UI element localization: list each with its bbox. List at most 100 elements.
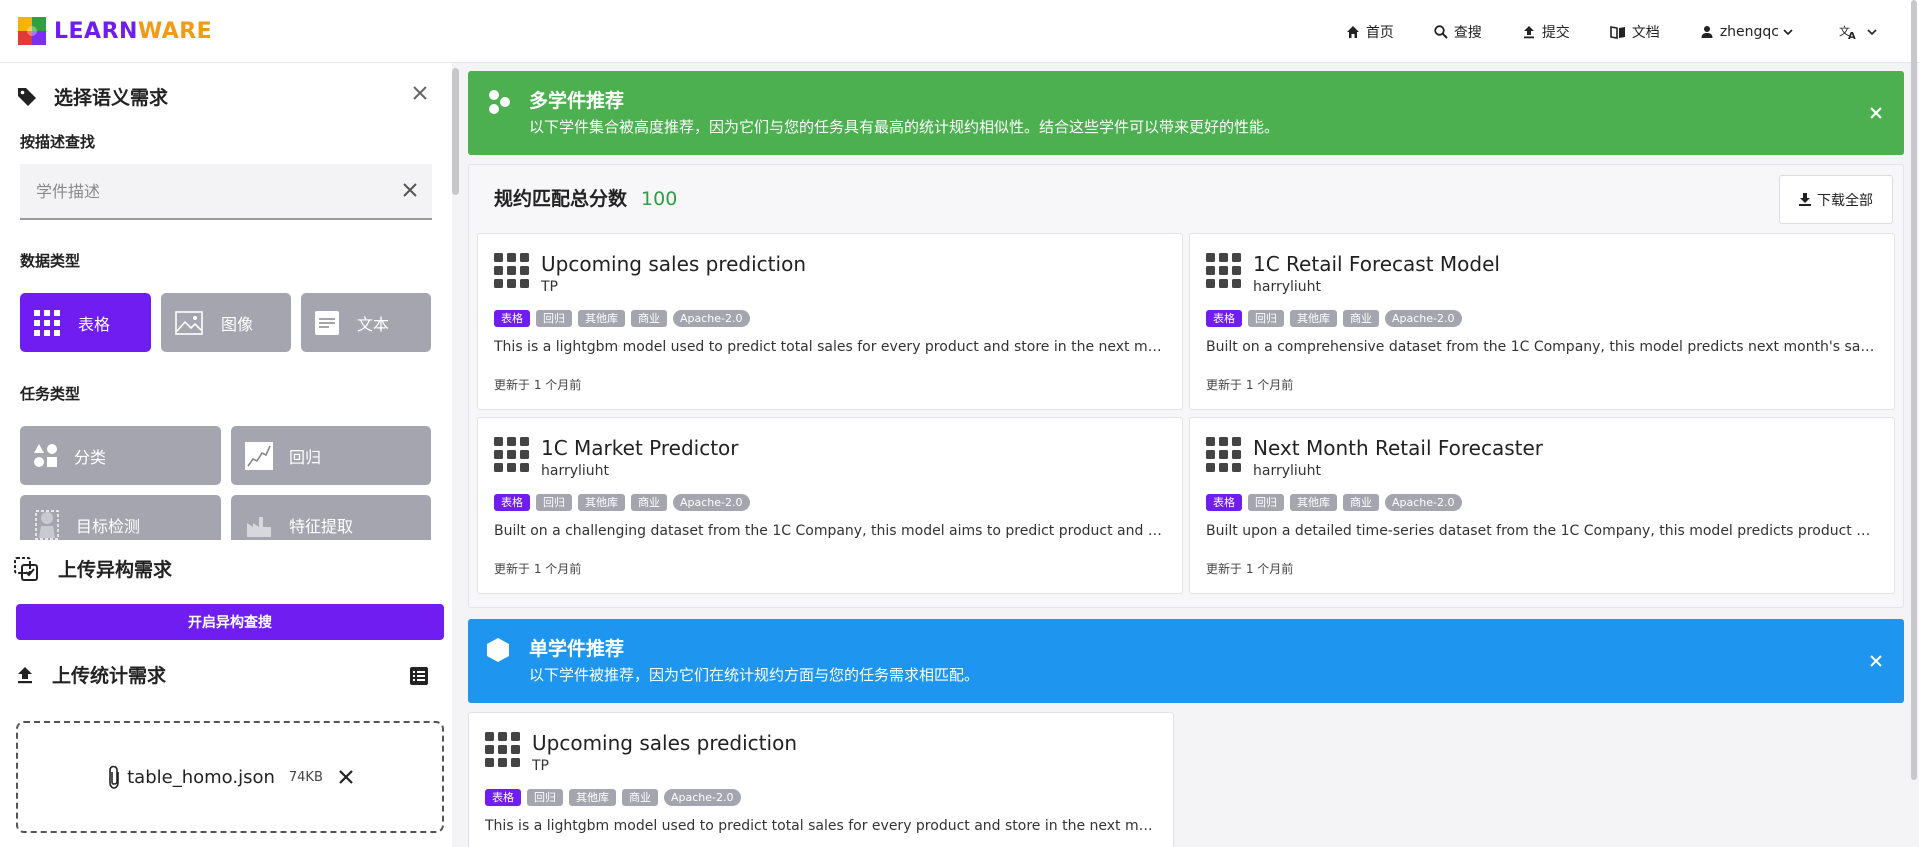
card-title: Upcoming sales prediction — [541, 252, 806, 276]
learnware-card[interactable]: Upcoming sales prediction TP 表格 回归 其他库 商… — [477, 233, 1183, 410]
description-search-field[interactable] — [20, 164, 432, 220]
cluster-icon — [489, 90, 510, 114]
card-updated: 更新于 1 个月前 — [1206, 562, 1294, 576]
single-banner-title: 单学件推荐 — [529, 638, 625, 660]
user-icon — [1701, 25, 1713, 38]
card-title: 1C Market Predictor — [541, 436, 739, 460]
upload-icon — [1523, 25, 1534, 38]
card-updated: 更新于 1 个月前 — [494, 562, 582, 576]
spec-score: 规约匹配总分数 100 — [494, 184, 677, 211]
description-input[interactable] — [20, 181, 380, 201]
nav-home[interactable]: 首页 — [1346, 22, 1394, 42]
tag-data-type: 表格 — [494, 494, 530, 511]
semantic-filter-panel[interactable]: 选择语义需求 按描述查找 数据类型 表格 图像 文本 任务类型 分类 回归 — [0, 63, 452, 540]
tag-task-type: 回归 — [527, 789, 563, 806]
nav-submit[interactable]: 提交 — [1522, 22, 1570, 42]
card-description: This is a lightgbm model used to predict… — [485, 818, 1155, 834]
task-type-label: 任务类型 — [20, 385, 81, 403]
clear-icon[interactable] — [402, 182, 418, 198]
card-tags: 表格 回归 其他库 商业 Apache-2.0 — [494, 310, 750, 327]
card-description: Built on a challenging dataset from the … — [494, 523, 1164, 539]
file-name: table_homo.json — [127, 766, 275, 788]
regression-chart-icon — [245, 441, 273, 470]
filter-sidebar: 选择语义需求 按描述查找 数据类型 表格 图像 文本 任务类型 分类 回归 — [0, 63, 459, 847]
tag-license: Apache-2.0 — [673, 310, 750, 327]
tag-task-type: 回归 — [536, 310, 572, 327]
tag-scenario: 商业 — [1343, 310, 1379, 327]
learnware-logo[interactable]: LEARNWARE — [18, 17, 212, 45]
table-grid-icon — [34, 309, 60, 336]
nav-search[interactable]: 查搜 — [1434, 22, 1482, 42]
uploaded-file: table_homo.json 74KB — [107, 764, 353, 790]
close-icon[interactable] — [1870, 107, 1882, 119]
tag-task-type: 回归 — [536, 494, 572, 511]
card-tags: 表格 回归 其他库 商业 Apache-2.0 — [1206, 310, 1462, 327]
sidebar-scrollbar[interactable] — [452, 68, 459, 195]
task-type-feature-extraction[interactable]: 特征提取 — [231, 495, 431, 540]
list-icon[interactable] — [410, 667, 428, 685]
tag-scenario: 商业 — [1343, 494, 1379, 511]
tag-license: Apache-2.0 — [1385, 310, 1462, 327]
tag-task-type: 回归 — [1248, 494, 1284, 511]
card-author: harryliuht — [1253, 463, 1322, 479]
table-grid-icon — [494, 253, 529, 288]
task-type-detection[interactable]: 目标检测 — [20, 495, 221, 540]
search-icon — [1434, 24, 1448, 39]
results-main[interactable]: 多学件推荐 以下学件集合被高度推荐，因为它们与您的任务具有最高的统计规约相似性。… — [468, 63, 1905, 847]
paperclip-icon — [109, 765, 119, 789]
learnware-card[interactable]: Next Month Retail Forecaster harryliuht … — [1189, 417, 1895, 594]
tag-data-type: 表格 — [485, 789, 521, 806]
score-value: 100 — [641, 188, 678, 210]
main-scrollbar[interactable] — [1911, 0, 1917, 780]
data-type-table[interactable]: 表格 — [20, 293, 151, 352]
detection-icon — [35, 509, 59, 540]
data-type-image[interactable]: 图像 — [161, 293, 291, 352]
nav-user-menu[interactable]: zhengqc — [1700, 24, 1799, 40]
multi-recommend-panel: 规约匹配总分数 100 下载全部 Upcoming sales predicti… — [468, 164, 1904, 608]
card-author: harryliuht — [541, 463, 610, 479]
multi-banner-title: 多学件推荐 — [529, 90, 625, 112]
nav-docs[interactable]: 文档 — [1610, 22, 1660, 42]
learnware-card[interactable]: 1C Retail Forecast Model harryliuht 表格 回… — [1189, 233, 1895, 410]
card-author: TP — [541, 279, 558, 295]
by-desc-label: 按描述查找 — [20, 133, 96, 151]
task-type-regression[interactable]: 回归 — [231, 426, 431, 485]
learnware-card[interactable]: 1C Market Predictor harryliuht 表格 回归 其他库… — [477, 417, 1183, 594]
file-size: 74KB — [288, 769, 323, 785]
text-doc-icon — [315, 310, 339, 335]
task-type-classification[interactable]: 分类 — [20, 426, 221, 485]
nav-language[interactable]: 文A — [1839, 24, 1883, 40]
table-grid-icon — [485, 732, 520, 767]
download-icon — [1799, 193, 1811, 206]
download-all-button[interactable]: 下载全部 — [1779, 175, 1893, 224]
multi-learnware-banner: 多学件推荐 以下学件集合被高度推荐，因为它们与您的任务具有最高的统计规约相似性。… — [468, 71, 1904, 155]
stat-file-dropzone[interactable]: table_homo.json 74KB — [16, 721, 444, 833]
learnware-card[interactable]: Upcoming sales prediction TP 表格 回归 其他库 商… — [468, 712, 1174, 847]
semantic-header: 选择语义需求 — [16, 83, 168, 110]
card-tags: 表格 回归 其他库 商业 Apache-2.0 — [485, 789, 741, 806]
card-description: Built upon a detailed time-series datase… — [1206, 523, 1876, 539]
card-author: TP — [532, 758, 549, 774]
tag-scenario: 商业 — [622, 789, 658, 806]
single-banner-subtitle: 以下学件被推荐，因为它们在统计规约方面与您的任务需求相匹配。 — [529, 666, 980, 684]
factory-icon — [247, 516, 271, 537]
top-navbar: LEARNWARE 首页 查搜 提交 文档 zhengqc 文A — [0, 0, 1919, 63]
logo-icon — [18, 17, 46, 45]
tag-license: Apache-2.0 — [1385, 494, 1462, 511]
tag-scenario: 商业 — [631, 310, 667, 327]
card-updated: 更新于 1 个月前 — [494, 378, 582, 392]
close-icon[interactable] — [412, 85, 428, 101]
data-type-text[interactable]: 文本 — [301, 293, 431, 352]
table-grid-icon — [494, 437, 529, 472]
tag-license: Apache-2.0 — [673, 494, 750, 511]
shapes-icon — [34, 443, 57, 467]
card-tags: 表格 回归 其他库 商业 Apache-2.0 — [494, 494, 750, 511]
start-hetero-search-button[interactable]: 开启异构查搜 — [16, 604, 444, 640]
translate-icon: 文A — [1839, 24, 1856, 40]
close-icon[interactable] — [1870, 655, 1882, 667]
chevron-down-icon — [1867, 28, 1877, 35]
tag-icon — [18, 87, 36, 106]
card-author: harryliuht — [1253, 279, 1322, 295]
remove-file-icon[interactable] — [339, 770, 353, 784]
book-icon — [1610, 25, 1625, 39]
